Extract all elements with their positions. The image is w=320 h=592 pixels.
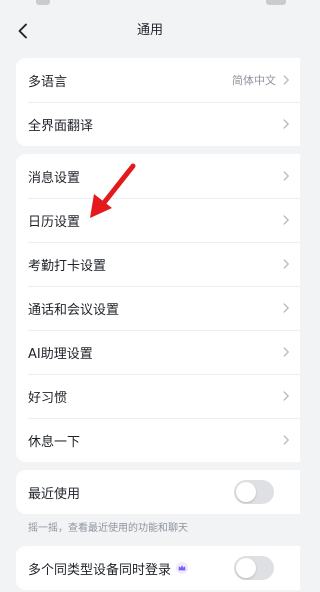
- row-label: 好习惯: [28, 390, 68, 406]
- chevron-right-icon: [283, 435, 289, 445]
- toggle-knob: [236, 558, 256, 578]
- row-label: 多个同类型设备同时登录: [28, 562, 172, 578]
- attendance-settings-row[interactable]: 考勤打卡设置: [16, 242, 300, 286]
- multi-device-row: 多个同类型设备同时登录: [16, 546, 300, 590]
- status-bar-fragment: [266, 0, 286, 5]
- chevron-right-icon: [283, 303, 289, 313]
- settings-card: 消息设置 日历设置 考勤打卡设置 通话和会议设置 AI助理设置 好习惯 休息一下: [16, 154, 300, 462]
- ai-assistant-settings-row[interactable]: AI助理设置: [16, 330, 300, 374]
- chevron-right-icon: [283, 171, 289, 181]
- language-value: 简体中文: [232, 74, 276, 87]
- good-habits-row[interactable]: 好习惯: [16, 374, 300, 418]
- take-a-break-row[interactable]: 休息一下: [16, 418, 300, 462]
- calendar-settings-row[interactable]: 日历设置: [16, 198, 300, 242]
- page-title: 通用: [136, 23, 163, 38]
- call-meeting-settings-row[interactable]: 通话和会议设置: [16, 286, 300, 330]
- multi-device-toggle[interactable]: [234, 556, 274, 580]
- recent-use-card: 最近使用: [16, 470, 300, 514]
- general-settings-page: 通用 多语言 简体中文 全界面翻译 消息设置 日历设置 考勤打卡设置 通话和会议…: [0, 0, 300, 592]
- recent-use-toggle[interactable]: [234, 480, 274, 504]
- language-card: 多语言 简体中文 全界面翻译: [16, 58, 300, 146]
- row-label: 全界面翻译: [28, 118, 94, 134]
- chevron-right-icon: [283, 391, 289, 401]
- status-bar-fragment: [36, 0, 50, 5]
- language-row[interactable]: 多语言 简体中文: [16, 58, 300, 102]
- row-label: AI助理设置: [28, 346, 93, 362]
- message-settings-row[interactable]: 消息设置: [16, 154, 300, 198]
- row-label: 考勤打卡设置: [28, 258, 107, 274]
- row-label: 多语言: [28, 74, 68, 90]
- chevron-left-icon: [18, 23, 27, 39]
- chevron-right-icon: [283, 75, 289, 85]
- row-label: 通话和会议设置: [28, 302, 120, 318]
- chevron-right-icon: [283, 347, 289, 357]
- row-label: 最近使用: [28, 486, 81, 502]
- recent-use-hint: 摇一摇，查看最近使用的功能和聊天: [28, 523, 188, 534]
- back-button[interactable]: [8, 16, 38, 46]
- toggle-knob: [236, 482, 256, 502]
- row-label: 消息设置: [28, 170, 81, 186]
- status-bar: [0, 0, 300, 8]
- recent-use-row: 最近使用: [16, 470, 300, 514]
- multi-device-card: 多个同类型设备同时登录: [16, 546, 300, 590]
- row-label: 日历设置: [28, 214, 81, 230]
- chevron-right-icon: [283, 215, 289, 225]
- crown-icon: [176, 562, 189, 574]
- row-label: 休息一下: [28, 434, 81, 450]
- chevron-right-icon: [283, 259, 289, 269]
- full-interface-translation-row[interactable]: 全界面翻译: [16, 102, 300, 146]
- nav-header: 通用: [0, 8, 300, 54]
- chevron-right-icon: [283, 119, 289, 129]
